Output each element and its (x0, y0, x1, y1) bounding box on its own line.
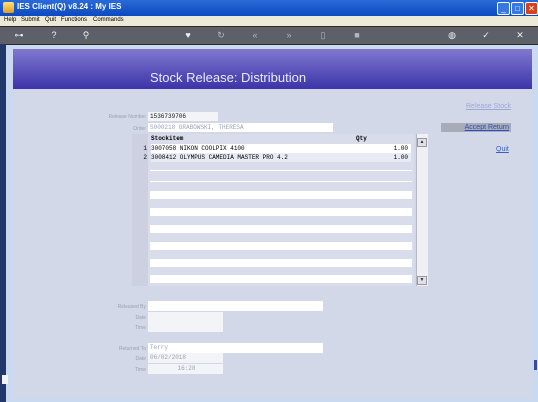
stop-icon[interactable]: ■ (352, 30, 362, 40)
release-date-field[interactable] (148, 312, 223, 322)
qty-cell[interactable]: 1.00 (380, 144, 408, 153)
rewind-icon[interactable]: « (250, 30, 260, 40)
return-time-field[interactable]: 16:28 (148, 364, 223, 374)
return-date-label: Date (135, 356, 146, 362)
stockitem-cell[interactable]: 3007058 NIKON COOLPIX 4100 (151, 144, 411, 153)
grid-empty-row[interactable] (150, 259, 412, 267)
released-by-label: Released By (117, 304, 146, 310)
close-window-button[interactable]: ✕ (525, 2, 538, 15)
release-number-field[interactable]: 1536739706 (148, 112, 218, 121)
toolbar: ⊶ ? ⚲ ♥ ↻ « » ▯ ■ ◍ ✓ ✕ (0, 26, 538, 45)
document-icon[interactable]: ▯ (318, 30, 328, 40)
row-number: 2 (143, 154, 147, 161)
order-label: Order (133, 126, 146, 132)
order-field[interactable]: S000218 GRABOWSKI, THERESA (148, 123, 333, 132)
grid-empty-row[interactable] (150, 191, 412, 199)
accept-return-button[interactable]: Accept Return (441, 123, 511, 132)
minimize-button[interactable]: _ (497, 2, 510, 15)
quit-link[interactable]: Quit (496, 146, 509, 153)
maximize-button[interactable]: □ (511, 2, 524, 15)
release-time-label: Time (135, 325, 146, 331)
title-bar: IES Client(Q) v8.24 : My IES _ □ ✕ (0, 0, 538, 16)
refresh-icon[interactable]: ↻ (216, 30, 226, 40)
stockitem-cell[interactable]: 3008412 OLYMPUS CAMEDIA MASTER PRO 4.2 (151, 153, 411, 162)
search-icon[interactable]: ⚲ (81, 30, 91, 40)
page-title: Stock Release: Distribution (150, 70, 307, 85)
released-by-field[interactable] (148, 301, 323, 311)
menu-commands[interactable]: Commands (93, 17, 124, 23)
grid-empty-row[interactable] (150, 242, 412, 250)
grid-empty-row[interactable] (150, 170, 412, 171)
column-header-qty[interactable]: Qty (356, 134, 367, 143)
menu-quit[interactable]: Quit (45, 17, 56, 23)
qty-cell[interactable]: 1.00 (380, 153, 408, 162)
window-title: IES Client(Q) v8.24 : My IES (17, 2, 122, 11)
release-stock-link[interactable]: Release Stock (466, 103, 511, 110)
scroll-down-button[interactable]: ▼ (417, 276, 427, 285)
menu-submit[interactable]: Submit (21, 17, 40, 23)
grid-empty-row[interactable] (150, 275, 412, 283)
release-date-label: Date (135, 315, 146, 321)
return-date-field[interactable]: 06/02/2018 (148, 353, 223, 363)
app-icon (3, 2, 14, 13)
menu-bar: Help Submit Quit Functions Commands (0, 16, 538, 26)
returned-to-label: Returned To (118, 346, 146, 352)
sidebar-marker-icon (2, 375, 8, 384)
help-icon[interactable]: ? (49, 30, 59, 40)
release-number-label: Release Number (108, 114, 146, 120)
globe-icon[interactable]: ◍ (447, 30, 457, 40)
menu-functions[interactable]: Functions (61, 17, 87, 23)
column-header-stockitem[interactable]: Stockitem (151, 134, 183, 143)
menu-help[interactable]: Help (4, 17, 16, 23)
returned-to-field[interactable]: Terry (148, 343, 323, 353)
grid-empty-row[interactable] (150, 225, 412, 233)
heart-icon[interactable]: ♥ (183, 30, 193, 40)
return-time-label: Time (135, 367, 146, 373)
release-time-field[interactable] (148, 322, 223, 332)
grid-empty-row[interactable] (150, 208, 412, 216)
fast-forward-icon[interactable]: » (284, 30, 294, 40)
grid-empty-row[interactable] (150, 181, 412, 182)
row-number: 1 (143, 145, 147, 152)
close-icon[interactable]: ✕ (515, 30, 525, 40)
key-icon[interactable]: ⊶ (10, 30, 28, 40)
right-edge-marker (534, 360, 537, 370)
check-icon[interactable]: ✓ (481, 30, 491, 40)
scroll-up-button[interactable]: ▲ (417, 138, 427, 147)
left-sidebar-strip (0, 44, 6, 402)
grid-scrollbar[interactable]: ▲ ▼ (416, 134, 428, 286)
